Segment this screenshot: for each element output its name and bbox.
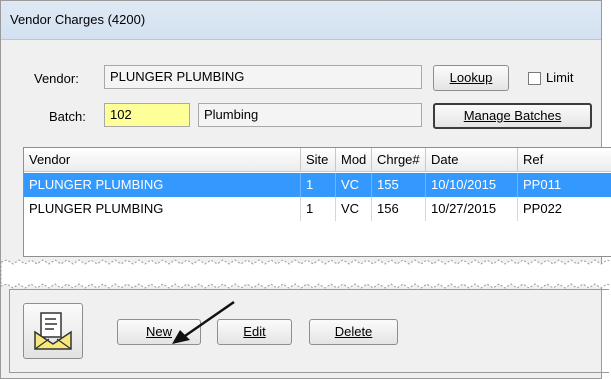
column-header-ref[interactable]: Ref — [518, 148, 611, 172]
cell-mod: VC — [336, 173, 372, 197]
delete-button[interactable]: Delete — [309, 319, 398, 345]
column-header-site[interactable]: Site — [301, 148, 336, 172]
cell-charge: 156 — [372, 197, 426, 221]
cell-vendor: PLUNGER PLUMBING — [24, 197, 301, 221]
arrow-pointer-icon — [172, 300, 235, 344]
column-header-vendor[interactable]: Vendor — [24, 148, 301, 172]
table-row[interactable]: PLUNGER PLUMBING 1 VC 156 10/27/2015 PP0… — [24, 197, 611, 221]
manage-batches-label: Manage Batches — [463, 108, 562, 123]
window-title: Vendor Charges (4200) — [10, 12, 146, 27]
manage-batches-button[interactable]: Manage Batches — [433, 103, 592, 129]
lookup-button-label: Lookup — [449, 70, 493, 85]
cell-charge: 155 — [372, 173, 426, 197]
title-bar: Vendor Charges (4200) — [1, 1, 601, 40]
vendor-label: Vendor: — [34, 71, 79, 86]
column-header-mod[interactable]: Mod — [336, 148, 372, 172]
batch-name-field[interactable]: Plumbing — [198, 103, 422, 127]
column-header-date[interactable]: Date — [426, 148, 518, 172]
cell-mod: VC — [336, 197, 372, 221]
vendor-field[interactable]: PLUNGER PLUMBING — [104, 65, 422, 89]
cell-ref: PP011 — [523, 177, 562, 192]
limit-label: Limit — [546, 70, 574, 85]
cell-site: 1 — [301, 197, 336, 221]
batch-label: Batch: — [49, 109, 86, 124]
batch-number-field[interactable]: 102 — [104, 103, 190, 127]
cell-date: 10/27/2015 — [426, 197, 518, 221]
cell-ref: PP022 — [523, 201, 563, 216]
table-row[interactable]: PLUNGER PLUMBING 1 VC 155 10/10/2015 PP0… — [24, 173, 611, 197]
vendor-charges-window: Vendor Charges (4200) Vendor: PLUNGER PL… — [0, 0, 611, 379]
cell-vendor: PLUNGER PLUMBING — [24, 173, 301, 197]
delete-button-label: Delete — [334, 324, 373, 339]
limit-checkbox[interactable] — [528, 72, 541, 85]
envelope-document-icon — [34, 312, 72, 350]
mail-button[interactable] — [23, 303, 83, 359]
edit-button-label: Edit — [243, 324, 266, 339]
lookup-button[interactable]: Lookup — [433, 65, 509, 91]
cell-date: 10/10/2015 — [426, 173, 518, 197]
tear-break — [1, 259, 611, 289]
column-header-charge[interactable]: Chrge# — [372, 148, 426, 172]
charges-grid: Vendor Site Mod Chrge# Date Ref PLUNGER … — [23, 147, 611, 257]
cell-site: 1 — [301, 173, 336, 197]
